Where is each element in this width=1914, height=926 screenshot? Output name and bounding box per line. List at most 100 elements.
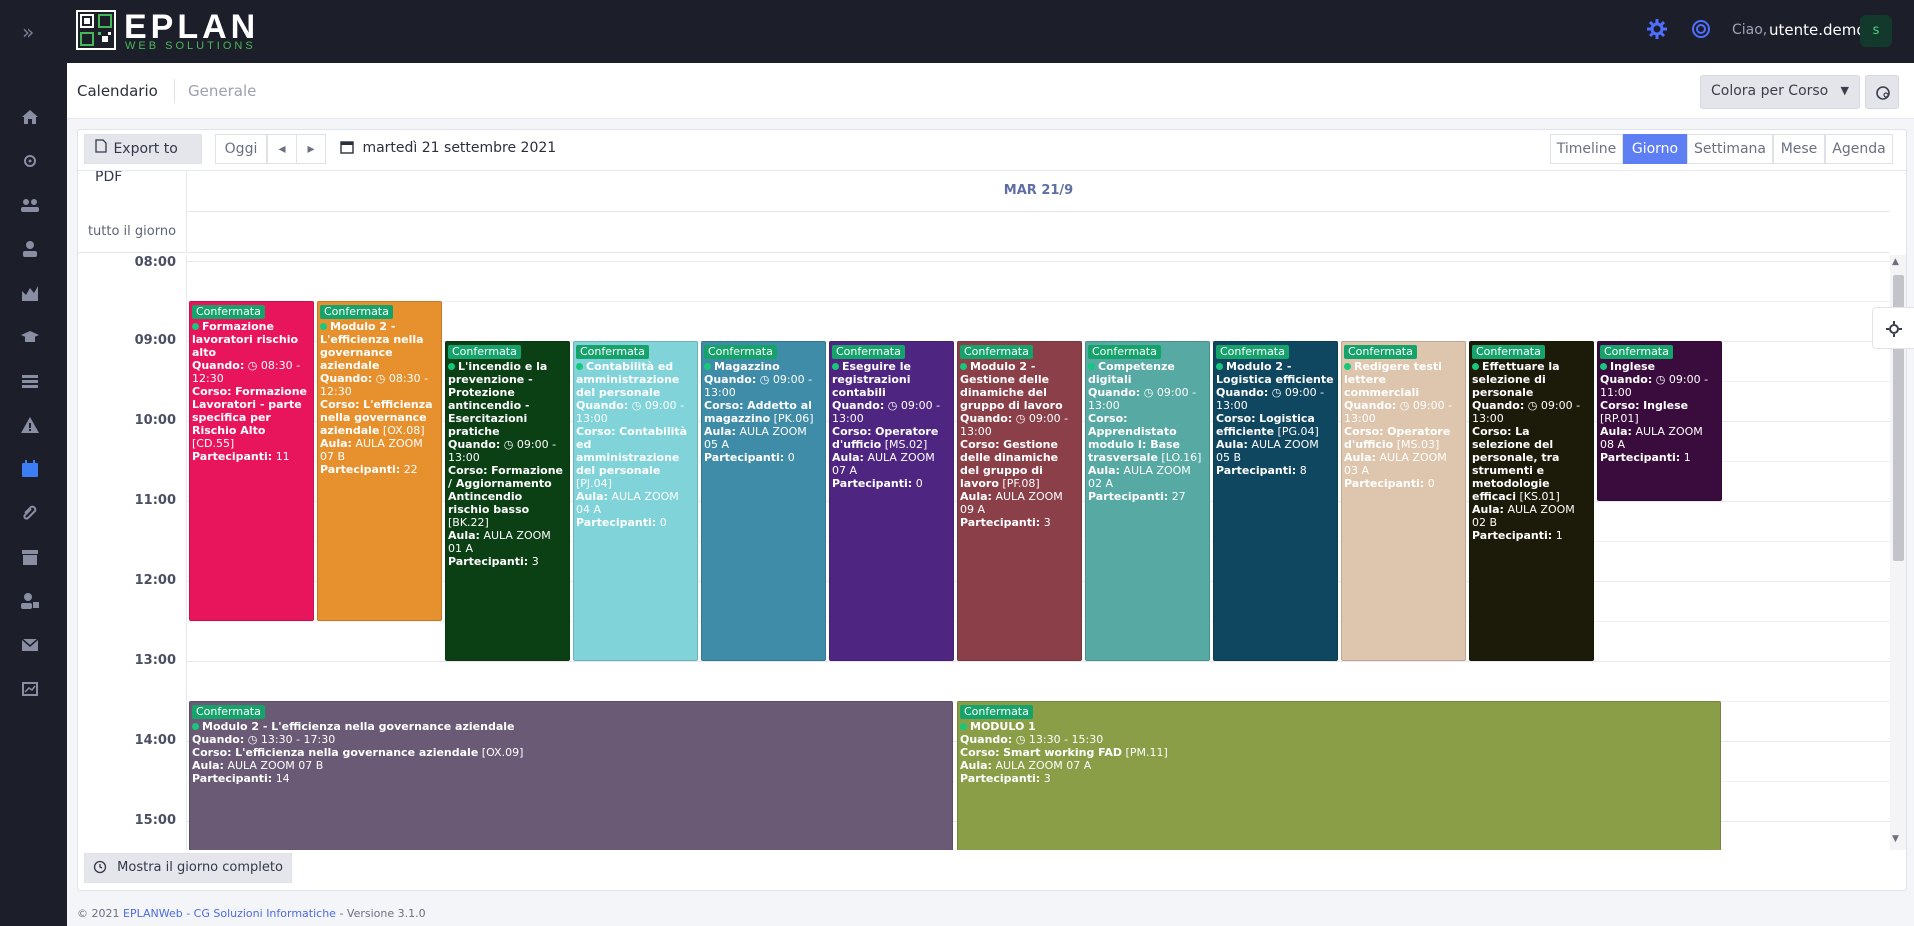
status-dot-icon <box>704 363 711 370</box>
calendar-event[interactable]: Confermata Inglese Quando: ◷ 09:00 - 11:00… <box>1597 341 1722 501</box>
time-grid[interactable]: 08:00 09:00 10:00 11:00 12:00 13:00 14:00 15:00… <box>78 255 1890 850</box>
footer-version: - Versione 3.1.0 <box>339 907 426 920</box>
hour-label: 12:00 <box>134 573 176 588</box>
help-lifebuoy-icon[interactable] <box>1690 18 1712 40</box>
header-divider <box>174 79 175 103</box>
view-week-button[interactable]: Settimana <box>1687 134 1773 164</box>
day-column-header[interactable]: MAR 21/9 <box>186 171 1890 212</box>
status-badge: Confermata <box>1600 345 1673 359</box>
event-title: Contabilità ed amministrazione del perso… <box>576 360 680 399</box>
settings-gear-icon[interactable] <box>1646 18 1668 40</box>
calendar-event[interactable]: Confermata Magazzino Quando: ◷ 09:00 - 13:… <box>701 341 826 661</box>
today-button[interactable]: Oggi <box>215 134 267 164</box>
calendar-event[interactable]: Confermata Modulo 2 - L'efficienza nella … <box>317 301 442 621</box>
event-participants: Partecipanti: 3 <box>960 772 1051 785</box>
caret-right-icon: ▸ <box>307 141 315 157</box>
users-group-icon[interactable] <box>20 195 40 215</box>
status-badge: Confermata <box>1088 345 1161 359</box>
mail-icon[interactable] <box>20 635 40 655</box>
graduation-cap-icon[interactable] <box>20 327 40 347</box>
caret-left-icon: ◂ <box>278 141 286 157</box>
event-when: Quando: ◷ 09:00 - 13:00 <box>960 412 1069 438</box>
page-title: Calendario <box>77 82 158 100</box>
paperclip-icon[interactable] <box>20 503 40 523</box>
avatar[interactable]: s <box>1860 15 1892 47</box>
calendar-event[interactable]: Confermata L'incendio e la prevenzione - … <box>445 341 570 661</box>
event-room: Aula: AULA ZOOM 08 A <box>1600 425 1703 451</box>
calendar-event[interactable]: Confermata Competenze digitali Quando: ◷ 0… <box>1085 341 1210 661</box>
status-dot-icon <box>960 363 967 370</box>
status-dot-icon <box>1344 363 1351 370</box>
calendar-event[interactable]: Confermata Modulo 2 - Logistica efficient… <box>1213 341 1338 661</box>
pdf-file-icon <box>95 135 107 163</box>
event-participants: Partecipanti: 0 <box>576 516 667 529</box>
status-dot-icon <box>1600 363 1607 370</box>
event-participants: Partecipanti: 1 <box>1472 529 1563 542</box>
logo[interactable]: EPLAN WEB SOLUTIONS <box>76 8 256 54</box>
calendar-small-icon <box>340 140 354 158</box>
gear-icon <box>1886 321 1902 337</box>
status-badge: Confermata <box>192 305 265 319</box>
event-participants: Partecipanti: 14 <box>192 772 290 785</box>
event-title: Competenze digitali <box>1088 360 1175 386</box>
event-when: Quando: ◷ 09:00 - 13:00 <box>1216 386 1325 412</box>
current-date[interactable]: martedì 21 settembre 2021 <box>340 140 556 158</box>
event-when: Quando: ◷ 09:00 - 13:00 <box>1344 399 1453 425</box>
palette-button[interactable] <box>1865 75 1899 109</box>
scroll-up-arrow-icon[interactable]: ▲ <box>1892 257 1899 267</box>
view-day-button[interactable]: Giorno <box>1623 134 1687 164</box>
home-icon[interactable] <box>20 107 40 127</box>
event-room: Aula: AULA ZOOM 07 A <box>832 451 935 477</box>
next-day-button[interactable]: ▸ <box>296 134 326 164</box>
username[interactable]: utente.demo <box>1769 21 1866 39</box>
color-by-select[interactable]: Colora per Corso ▼ <box>1700 75 1860 109</box>
status-dot-icon <box>448 363 455 370</box>
top-bar: » EPLAN WEB SOLUTIONS Ciao, utente.demo … <box>0 0 1914 63</box>
user-lock-icon[interactable] <box>20 591 40 611</box>
warning-icon[interactable] <box>20 415 40 435</box>
event-title: Inglese <box>1600 360 1719 373</box>
report-icon[interactable] <box>20 679 40 699</box>
calendar-event[interactable]: Confermata Modulo 2 - Gestione delle dina… <box>957 341 1082 661</box>
status-dot-icon <box>1216 363 1223 370</box>
hour-label: 10:00 <box>134 413 176 428</box>
event-title: Modulo 2 - Gestione delle dinamiche del … <box>960 360 1063 412</box>
calendar-event[interactable]: Confermata Contabilità ed amministrazione… <box>573 341 698 661</box>
view-month-button[interactable]: Mese <box>1773 134 1825 164</box>
user-icon[interactable] <box>20 239 40 259</box>
status-dot-icon <box>1088 363 1095 370</box>
calendar-event[interactable]: Confermata Modulo 2 - L'efficienza nella … <box>189 701 953 850</box>
event-course: Corso: Formazione / Aggiornamento Antinc… <box>448 464 564 529</box>
calendar-event[interactable]: Confermata Redigere testi lettere commerc… <box>1341 341 1466 661</box>
export-pdf-button[interactable]: Export to PDF <box>84 134 202 185</box>
prev-day-button[interactable]: ◂ <box>267 134 297 164</box>
current-date-text: martedì 21 settembre 2021 <box>362 140 557 156</box>
calendar-event[interactable]: Confermata Formazione lavoratori rischio … <box>189 301 314 621</box>
status-dot-icon <box>192 323 199 330</box>
calendar-event[interactable]: Confermata Eseguire le registrazioni cont… <box>829 341 954 661</box>
expand-sidebar-icon[interactable]: » <box>22 20 34 44</box>
event-course: Corso: Inglese [RP.01] <box>1600 399 1689 425</box>
settings-icon[interactable] <box>20 151 40 171</box>
hour-line <box>186 261 1890 262</box>
footer-link[interactable]: EPLANWeb - CG Soluzioni Informatiche <box>123 907 336 920</box>
event-course: Corso: L'efficienza nella governance azi… <box>320 398 433 437</box>
view-agenda-button[interactable]: Agenda <box>1825 134 1893 164</box>
list-icon[interactable] <box>20 371 40 391</box>
event-when: Quando: ◷ 09:00 - 13:00 <box>1472 399 1581 425</box>
scroll-down-arrow-icon[interactable]: ▼ <box>1892 834 1899 844</box>
view-timeline-button[interactable]: Timeline <box>1550 134 1623 164</box>
chart-icon[interactable] <box>20 283 40 303</box>
show-full-day-button[interactable]: Mostra il giorno completo <box>84 853 292 883</box>
clock-icon <box>93 857 107 885</box>
calendar-event[interactable]: Confermata Effettuare la selezione di per… <box>1469 341 1594 661</box>
archive-icon[interactable] <box>20 547 40 567</box>
event-course: Corso: Addetto al magazzino [PK.06] <box>704 399 814 425</box>
event-when: Quando: ◷ 13:30 - 15:30 <box>960 733 1104 746</box>
calendar-icon[interactable] <box>20 459 40 479</box>
floating-settings-button[interactable] <box>1872 307 1914 349</box>
event-participants: Partecipanti: 1 <box>1600 451 1691 464</box>
calendar-event[interactable]: Confermata MODULO 1 Quando: ◷ 13:30 - 15:3… <box>957 701 1721 850</box>
palette-icon <box>1876 86 1890 100</box>
allday-cell[interactable] <box>186 212 1890 253</box>
